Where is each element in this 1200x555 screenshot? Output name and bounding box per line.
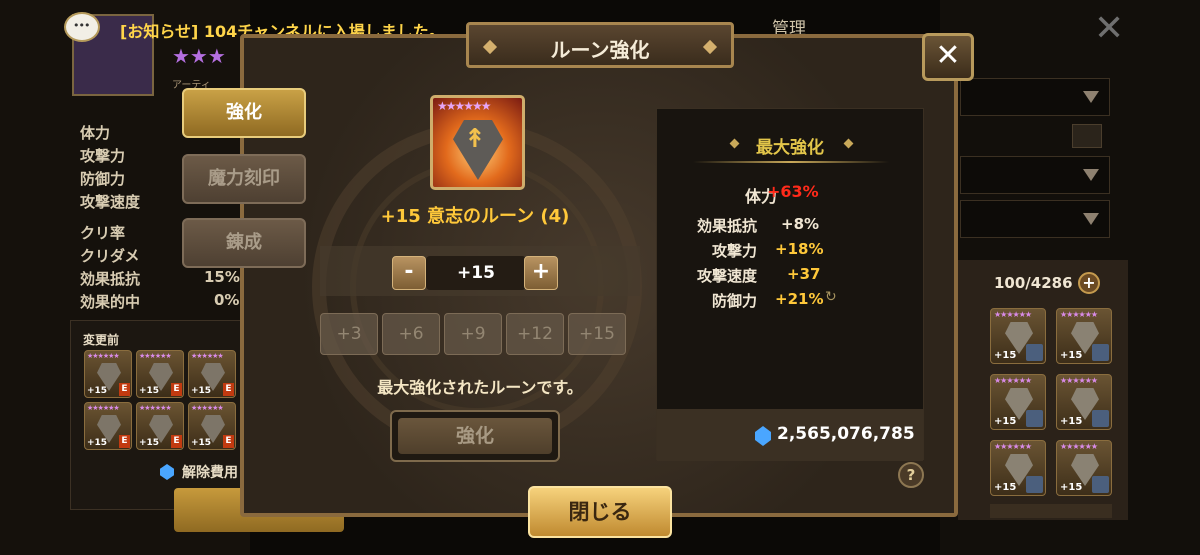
cost-label: 解除費用 (182, 465, 238, 481)
inventory-rune[interactable]: ★★★★★★ +15 (1056, 440, 1112, 496)
chat-bubble-icon (64, 12, 100, 42)
background-left-panel: ★★★ アーティ 体力 攻撃力 防御力 攻撃速度 クリ率 クリダメ 効果抵抗 効… (0, 0, 344, 555)
filter-dropdown[interactable] (960, 200, 1110, 238)
sub-stat-label: 攻撃速度 (696, 267, 757, 285)
bg-stat-label: 効果抵抗 (80, 270, 141, 288)
close-dialog-button[interactable]: 閉じる (528, 486, 672, 538)
crystal-icon (755, 426, 771, 446)
bg-stat-label: 攻撃力 (80, 147, 126, 165)
inventory-row-partial (990, 504, 1112, 518)
inventory-rune[interactable]: ★★★★★★ +15 (1056, 308, 1112, 364)
reroll-icon: ↻ (825, 289, 837, 305)
bg-stat-label: 防御力 (80, 170, 126, 188)
quick-level-button[interactable]: +9 (444, 313, 502, 355)
stats-panel: 最大強化 体力 +63% 効果抵抗 +8% 攻撃力 +18% 攻撃速度 +37 … (656, 108, 924, 461)
bg-stat-label: クリダメ (80, 247, 140, 265)
rune-stars: ★★★★★★ (437, 99, 492, 113)
before-rune-slot[interactable]: ★★★★★★ +15 E (188, 402, 236, 450)
quick-level-button[interactable]: +3 (320, 313, 378, 355)
crystal-balance: 2,565,076,785 (657, 409, 923, 461)
quick-level-button[interactable]: +15 (568, 313, 626, 355)
sub-stat-value: +18% (775, 240, 824, 258)
before-rune-slot[interactable]: ★★★★★★ +15 E (188, 350, 236, 398)
main-stat-value: +63% (767, 182, 819, 201)
crystal-amount: 2,565,076,785 (777, 424, 915, 444)
add-slot-button[interactable]: + (1078, 272, 1100, 294)
bg-stat-label: クリ率 (80, 224, 126, 242)
inventory-count: 100/4286 (994, 274, 1073, 292)
bg-stat-value: 0% (214, 291, 240, 309)
background-close-icon[interactable]: ✕ (1094, 8, 1124, 49)
sub-stat-label: 防御力 (711, 292, 757, 310)
bg-stat-label: 効果的中 (80, 293, 141, 311)
help-button[interactable]: ? (898, 462, 924, 488)
tab-grind[interactable]: 錬成 (182, 218, 306, 268)
sub-stat-label: 攻撃力 (711, 242, 757, 260)
tab-enhance[interactable]: 強化 (182, 88, 306, 138)
inventory-rune[interactable]: ★★★★★★ +15 (990, 308, 1046, 364)
bg-stat-value: 15% (204, 268, 240, 286)
rune-image: ★★★★★★ ↟ (430, 95, 525, 190)
grid-view-icon[interactable] (1072, 124, 1102, 148)
before-label: 変更前 (83, 333, 120, 347)
close-icon: ✕ (935, 38, 961, 73)
quick-level-button[interactable]: +6 (382, 313, 440, 355)
level-plus-button[interactable]: + (524, 256, 558, 290)
level-minus-button[interactable]: - (392, 256, 426, 290)
panel-title: ルーン強化 (550, 38, 650, 62)
stats-title: 最大強化 (756, 138, 824, 158)
sub-stat-value: +8% (781, 215, 820, 233)
bg-stat-label: 攻撃速度 (80, 193, 141, 211)
before-rune-slot[interactable]: ★★★★★★ +15 E (84, 350, 132, 398)
inventory-rune[interactable]: ★★★★★★ +15 (1056, 374, 1112, 430)
before-rune-slot[interactable]: ★★★★★★ +15 E (136, 350, 184, 398)
will-rune-icon: ↟ (464, 124, 486, 154)
tab-enchant[interactable]: 魔力刻印 (182, 154, 306, 204)
monster-stars: ★★★ (172, 44, 226, 68)
before-rune-slot[interactable]: ★★★★★★ +15 E (84, 402, 132, 450)
bg-stat-label: 体力 (80, 124, 111, 142)
close-button[interactable]: ✕ (922, 33, 974, 81)
before-rune-slot[interactable]: ★★★★★★ +15 E (136, 402, 184, 450)
sub-stat-label: 効果抵抗 (696, 217, 757, 235)
title-underline (693, 161, 889, 163)
level-value: +15 (426, 256, 526, 290)
inventory-rune[interactable]: ★★★★★★ +15 (990, 440, 1046, 496)
quick-level-button[interactable]: +12 (506, 313, 564, 355)
inventory-rune[interactable]: ★★★★★★ +15 (990, 374, 1046, 430)
sub-stat-value: +21% (775, 290, 824, 308)
enhance-button[interactable]: 強化 (390, 410, 560, 462)
sub-stat-value: +37 (787, 265, 821, 283)
filter-dropdown[interactable] (960, 78, 1110, 116)
rune-name: +15 意志のルーン (4) (380, 206, 570, 227)
panel-title-banner: ルーン強化 (466, 22, 734, 68)
enhance-button-label: 強化 (398, 418, 552, 454)
max-enhanced-message: 最大強化されたルーンです。 (377, 378, 583, 397)
filter-dropdown[interactable] (960, 156, 1110, 194)
main-stat-label: 体力 (744, 187, 777, 206)
